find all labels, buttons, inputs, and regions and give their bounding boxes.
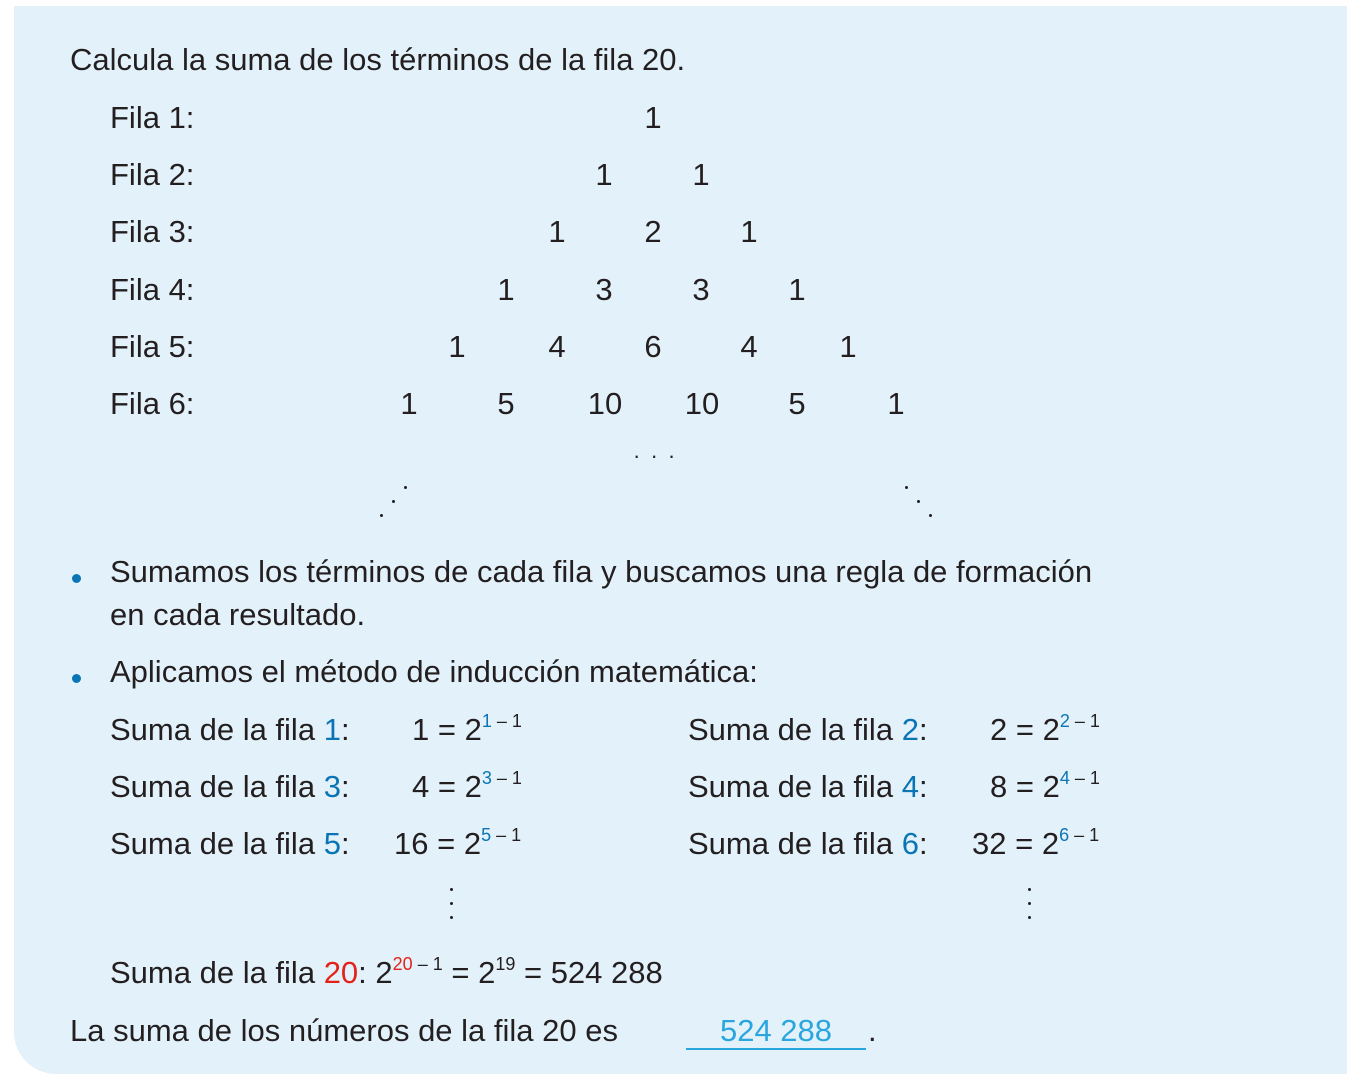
triangle-value: 5 — [788, 386, 806, 421]
step2-text: Aplicamos el método de inducción matemát… — [110, 654, 758, 689]
triangle-value: 1 — [548, 214, 566, 249]
triangle-value: 4 — [548, 329, 566, 364]
triangle-value: 3 — [692, 272, 710, 307]
sum-equation: 4 = 23 – 1 — [412, 767, 522, 804]
sum-label: Suma de la fila 3: — [110, 769, 350, 804]
triangle-value: 10 — [684, 386, 720, 421]
triangle-value: 3 — [595, 272, 613, 307]
sum-equation: 8 = 24 – 1 — [990, 767, 1100, 804]
answer-value: 524 288 — [719, 1013, 833, 1048]
triangle-value: 1 — [400, 386, 418, 421]
final-sum: Suma de la fila 20: 220 – 1 = 219 = 524 … — [110, 953, 663, 990]
conclusion-text: La suma de los números de la fila 20 es — [70, 1013, 618, 1048]
sum-label: Suma de la fila 6: — [688, 826, 928, 861]
row-label: Fila 6: — [110, 386, 195, 421]
triangle-value: 2 — [644, 214, 662, 249]
conclusion-period: . — [868, 1013, 877, 1048]
step1-text: Sumamos los términos de cada fila y busc… — [110, 554, 1093, 589]
triangle-value: 1 — [644, 100, 662, 135]
row-label: Fila 1: — [110, 100, 195, 135]
triangle-value: 10 — [587, 386, 623, 421]
row-label: Fila 4: — [110, 272, 195, 307]
triangle-value: 1 — [595, 157, 613, 192]
answer-underline — [686, 1048, 866, 1050]
horizontal-ellipsis: · · · — [633, 443, 678, 468]
sum-label: Suma de la fila 2: — [688, 712, 928, 747]
problem-statement: Calcula la suma de los términos de la fi… — [70, 42, 686, 77]
sum-equation: 16 = 25 – 1 — [394, 824, 522, 861]
sum-label: Suma de la fila 1: — [110, 712, 350, 747]
triangle-value: 4 — [740, 329, 758, 364]
sum-label: Suma de la fila 5: — [110, 826, 350, 861]
sum-equation: 32 = 26 – 1 — [972, 824, 1100, 861]
sum-equation: 2 = 22 – 1 — [990, 710, 1100, 747]
triangle-value: 5 — [497, 386, 515, 421]
sum-equation: 1 = 21 – 1 — [412, 710, 522, 747]
triangle-value: 1 — [740, 214, 758, 249]
row-label: Fila 5: — [110, 329, 195, 364]
triangle-value: 1 — [497, 272, 515, 307]
row-label: Fila 3: — [110, 214, 195, 249]
triangle-value: 1 — [448, 329, 466, 364]
step1-text-cont: en cada resultado. — [110, 597, 366, 632]
triangle-value: 1 — [788, 272, 806, 307]
triangle-value: 1 — [887, 386, 905, 421]
bullet-dot — [72, 674, 81, 683]
triangle-value: 1 — [839, 329, 857, 364]
bullet-dot — [72, 574, 81, 583]
triangle-value: 6 — [644, 329, 662, 364]
row-label: Fila 2: — [110, 157, 195, 192]
sum-label: Suma de la fila 4: — [688, 769, 928, 804]
triangle-value: 1 — [692, 157, 710, 192]
